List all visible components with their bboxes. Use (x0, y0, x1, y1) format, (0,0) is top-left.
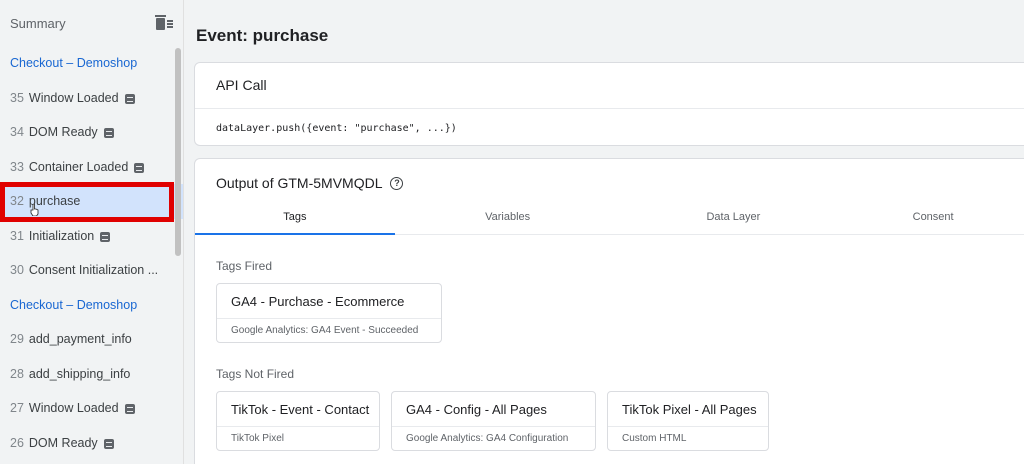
api-call-title: API Call (216, 77, 267, 93)
sidebar-scrollbar[interactable] (175, 48, 181, 256)
gtm-event-icon (134, 162, 145, 173)
event-number: 30 (10, 263, 24, 278)
sidebar-event-item[interactable]: 26 DOM Ready (0, 426, 183, 461)
group-label: Checkout – Demoshop (10, 297, 138, 312)
sidebar-group-header[interactable]: Checkout – Demoshop (0, 46, 183, 81)
tag-type: Custom HTML (622, 433, 687, 444)
event-sidebar: Summary Checkout – Demoshop 35 Window Load… (0, 0, 184, 464)
divider (217, 426, 379, 427)
tags-fired-label: Tags Fired (216, 259, 273, 273)
event-title: Event: purchase (196, 26, 329, 45)
api-call-code: dataLayer.push({event: "purchase", ...}) (216, 123, 457, 134)
divider (608, 426, 768, 427)
tab-tags[interactable]: Tags (195, 205, 395, 235)
event-label: DOM Ready (28, 435, 98, 450)
sidebar-event-item[interactable]: 29 add_payment_info (0, 322, 183, 357)
tag-name: GA4 - Purchase - Ecommerce (231, 294, 405, 309)
event-number: 32 (10, 194, 24, 209)
event-number: 35 (10, 90, 24, 105)
tab-variables[interactable]: Variables (408, 205, 608, 234)
output-title: Output of GTM-5MVMQDL ? (216, 175, 404, 191)
tag-name: GA4 - Config - All Pages (406, 402, 547, 417)
output-card: Output of GTM-5MVMQDL ? Tags Variables D… (194, 158, 1024, 464)
tag-type: TikTok Pixel (231, 433, 284, 444)
event-number: 26 (10, 435, 24, 450)
tag-name: TikTok Pixel - All Pages (622, 402, 757, 417)
tab-data-layer[interactable]: Data Layer (634, 205, 834, 234)
sidebar-group-header[interactable]: Checkout – Demoshop (0, 288, 183, 323)
event-label: DOM Ready (28, 125, 98, 140)
tag-card[interactable]: TikTok Pixel - All Pages Custom HTML (607, 391, 769, 451)
divider (217, 318, 441, 319)
sidebar-event-item[interactable]: 28 add_shipping_info (0, 357, 183, 392)
event-label: Initialization (28, 228, 95, 243)
event-list: Checkout – Demoshop 35 Window Loaded 34 DOM … (0, 46, 183, 460)
sidebar-event-item[interactable]: 33 Container Loaded (0, 150, 183, 185)
event-number: 31 (10, 228, 24, 243)
tab-consent[interactable]: Consent (833, 205, 1024, 234)
event-label: add_payment_info (28, 332, 132, 347)
gtm-event-icon (103, 438, 114, 449)
sidebar-event-item[interactable]: 31 Initialization (0, 219, 183, 254)
tag-type: Google Analytics: GA4 Event - Succeeded (231, 325, 419, 336)
divider (195, 108, 1024, 109)
summary-link[interactable]: Summary (10, 16, 66, 31)
tag-card[interactable]: TikTok - Event - Contact TikTok Pixel (216, 391, 380, 451)
gtm-event-icon (100, 231, 111, 242)
group-label: Checkout – Demoshop (10, 56, 138, 71)
tags-not-fired-label: Tags Not Fired (216, 367, 295, 381)
tag-type: Google Analytics: GA4 Configuration (406, 433, 569, 444)
event-number: 33 (10, 159, 24, 174)
event-label: Container Loaded (28, 159, 129, 174)
gtm-event-icon (124, 93, 135, 104)
sidebar-header: Summary (0, 0, 183, 46)
api-call-card: API Call dataLayer.push({event: "purchas… (194, 62, 1024, 146)
sidebar-event-item[interactable]: 30 Consent Initialization ... (0, 253, 183, 288)
sidebar-event-item[interactable]: 27 Window Loaded (0, 391, 183, 426)
output-title-text: Output of GTM-5MVMQDL (216, 175, 383, 191)
gtm-event-icon (124, 404, 135, 415)
tag-name: TikTok - Event - Contact (231, 402, 370, 417)
event-number: 27 (10, 401, 24, 416)
tag-card[interactable]: GA4 - Config - All Pages Google Analytic… (391, 391, 596, 451)
sidebar-event-item[interactable]: 35 Window Loaded (0, 81, 183, 116)
event-number: 29 (10, 332, 24, 347)
event-label: Consent Initialization ... (28, 263, 159, 278)
event-label: Window Loaded (28, 401, 119, 416)
event-label: add_shipping_info (28, 366, 131, 381)
tag-card[interactable]: GA4 - Purchase - Ecommerce Google Analyt… (216, 283, 442, 343)
divider (392, 426, 595, 427)
output-tabs: Tags Variables Data Layer Consent (195, 205, 1024, 235)
event-number: 28 (10, 366, 24, 381)
gtm-event-icon (103, 128, 114, 139)
clear-messages-icon[interactable] (155, 15, 173, 31)
hand-cursor-icon (30, 204, 39, 216)
event-label: Window Loaded (28, 90, 119, 105)
help-icon[interactable]: ? (390, 176, 404, 190)
event-number: 34 (10, 125, 24, 140)
main-panel: Event: purchase API Call dataLayer.push(… (194, 0, 1024, 464)
sidebar-event-item[interactable]: 34 DOM Ready (0, 115, 183, 150)
sidebar-event-item[interactable]: 32 purchase (0, 184, 183, 219)
tag-assistant-window: Summary Checkout – Demoshop 35 Window Load… (0, 0, 1024, 464)
